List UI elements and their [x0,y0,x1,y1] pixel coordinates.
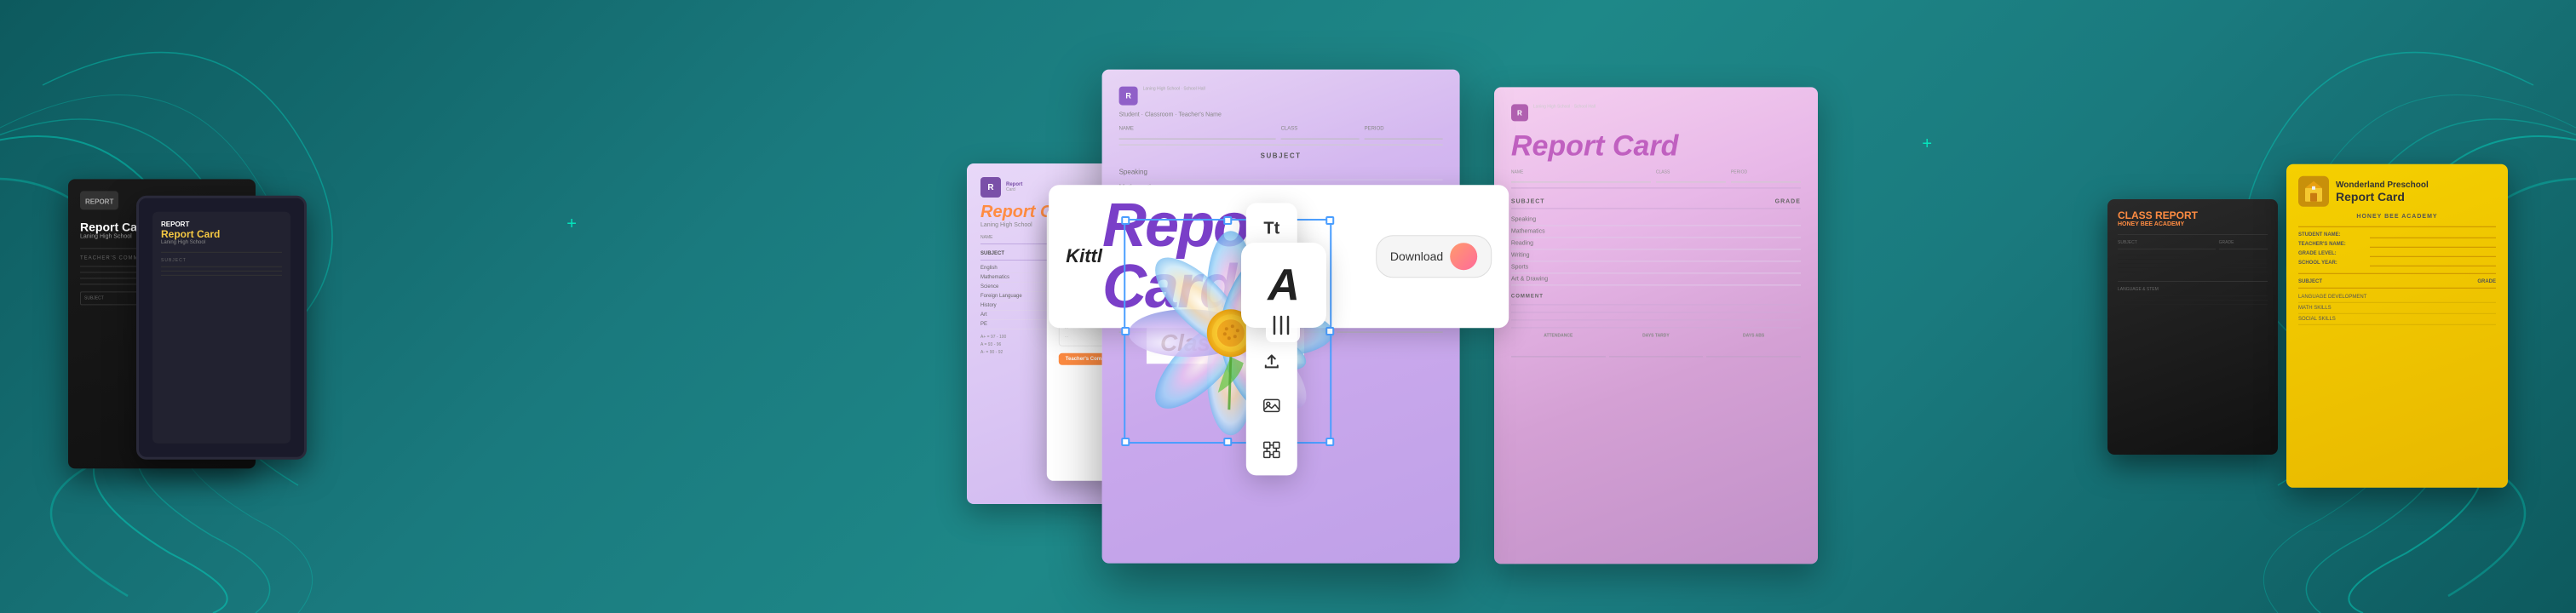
right-subject-header: SUBJECT [1511,198,1545,204]
wonderland-school-name: Wonderland Preschool [2336,180,2429,189]
tablet-report-label: REPORT [161,221,282,228]
tablet-inner: REPORT Report Card Laning High School SU… [152,212,290,444]
main-card-subject-header: SUBJECT [1119,152,1443,160]
subject-speaking: Speaking [1119,165,1443,180]
plus-icon-2: + [1922,135,1932,154]
right-subject-reading: Reading [1511,238,1801,249]
tablet-dark-card: REPORT Report Card Laning High School SU… [136,196,307,460]
dark-badge-text: REPORT [85,198,113,205]
grid-tool-button[interactable] [1256,434,1287,465]
black-class-report-card: CLASS REPORT HONEY BEE ACADEMY Subject G… [2107,199,2278,455]
tablet-card-title: Report Card [161,228,282,240]
download-button[interactable]: Download [1376,235,1492,278]
right-grade-header: GRADE [1775,198,1801,204]
wonderland-preschool-card: Wonderland Preschool Report Card HONEY B… [2286,164,2508,488]
school-building-icon [2298,176,2329,207]
grid-tool-icon [1262,440,1281,459]
yellow-subject-social: SOCIAL SKILLS [2298,314,2496,325]
font-letter-display: A [1268,260,1300,311]
wonderland-card-subtitle: Report Card [2336,189,2429,203]
download-label: Download [1390,249,1443,263]
yellow-subject-math: MATH SKILLS [2298,303,2496,314]
text-tool-icon: Tt [1263,219,1279,238]
kittl-logo: Kittl [1066,245,1102,267]
honey-bee-label: HONEY BEE ACADEMY [2298,214,2496,220]
right-subject-art: Art & Drawing [1511,273,1801,285]
right-attendance-row: ATTENDANCE DAYS TARDY DAYS ABS [1511,327,1801,357]
right-card-title: Report Card [1511,129,1801,163]
right-comment-header: COMMENT [1511,294,1801,299]
right-subject-sports: Sports [1511,261,1801,273]
right-report-card: R Laning High School · School Hall Repor… [1494,87,1818,564]
tablet-card-subtitle: Laning High School [161,240,282,245]
image-tool-icon [1262,396,1281,415]
yellow-subject-header: SUBJECT [2298,279,2322,284]
black-class-subtitle: HONEY BEE ACADEMY [2118,221,2268,227]
drag-cursor-icon [1262,304,1304,354]
upload-tool-icon [1262,352,1281,370]
yellow-card-header: Wonderland Preschool Report Card [2298,176,2496,207]
black-class-title: CLASS REPORT [2118,209,2268,221]
yellow-subject-language: LANGUAGE DEVELOPMENT [2298,292,2496,303]
right-subject-speaking: Speaking [1511,214,1801,226]
right-subject-mathematics: Mathematics [1511,226,1801,238]
yellow-grade-header: GRADE [2477,279,2496,284]
text-tool-button[interactable]: Tt [1256,213,1287,243]
right-subject-writing: Writing [1511,249,1801,261]
right-comment-section: COMMENT [1511,294,1801,320]
dark-card-badge: REPORT [80,191,118,209]
user-avatar [1450,243,1477,270]
image-tool-button[interactable] [1256,390,1287,421]
plus-icon-1: + [566,215,577,234]
